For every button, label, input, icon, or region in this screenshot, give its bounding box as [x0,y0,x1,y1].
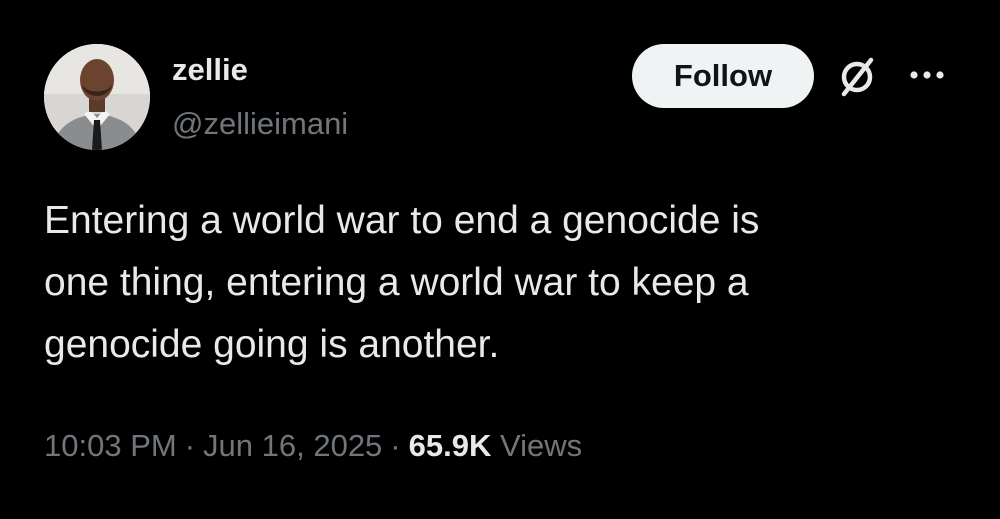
grok-glyph [841,57,874,97]
avatar[interactable] [44,44,150,150]
more-dots [910,71,944,79]
follow-button[interactable]: Follow [632,44,814,108]
more-horizontal-icon[interactable] [902,60,952,90]
views-count: 65.9K [408,428,492,463]
grok-icon[interactable] [832,52,882,102]
tweet-time[interactable]: 10:03 PM [44,428,177,463]
views-label: Views [499,428,583,463]
author-handle[interactable]: @zellieimani [172,104,348,144]
author-display-name[interactable]: zellie [172,50,248,90]
profile-photo-icon [44,44,150,150]
tweet-card: zellie @zellieimani Follow Entering a wo… [0,0,1000,519]
meta-separator: · [184,428,196,463]
meta-separator: · [390,428,401,463]
tweet-date[interactable]: Jun 16, 2025 [203,428,382,463]
tweet-text: Entering a world war to end a genocide i… [44,199,760,366]
tweet-meta: 10:03 PM · Jun 16, 2025 · 65.9K Views [44,424,582,468]
